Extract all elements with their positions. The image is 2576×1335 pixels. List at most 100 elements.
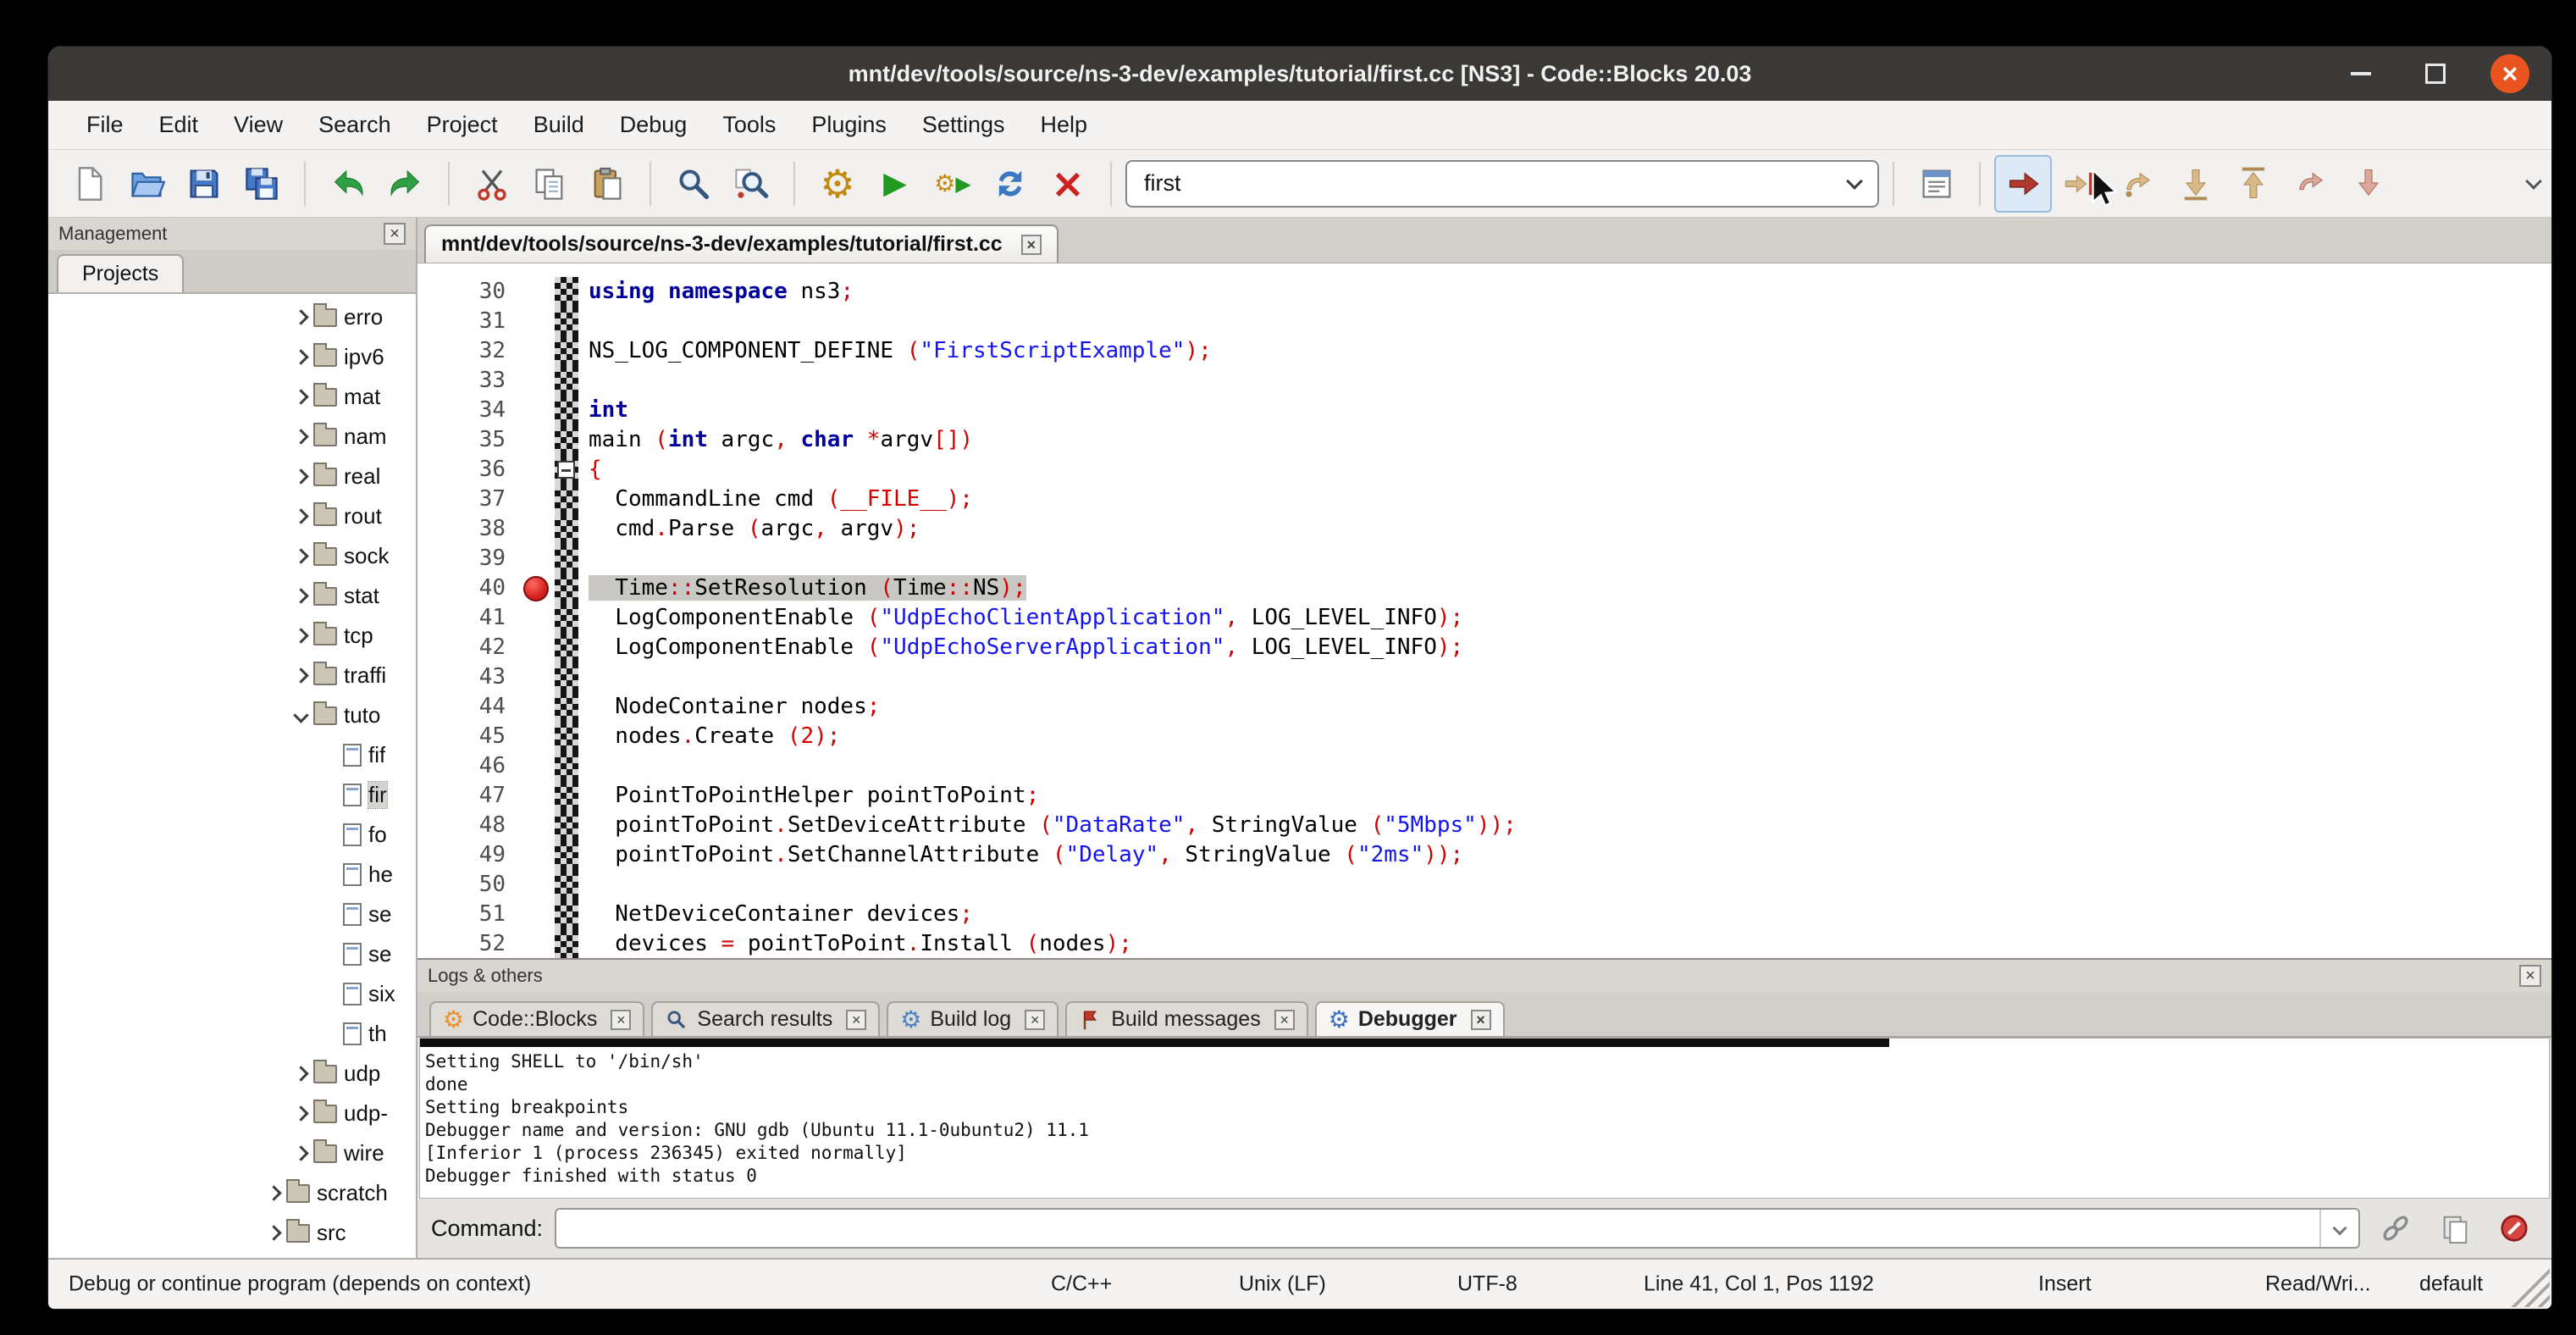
new-file-button[interactable] bbox=[62, 157, 116, 211]
line-number[interactable]: 39 bbox=[417, 544, 517, 573]
close-icon[interactable]: × bbox=[846, 1010, 866, 1030]
breakpoint-gutter[interactable] bbox=[517, 485, 555, 514]
line-number[interactable]: 45 bbox=[417, 722, 517, 751]
chevron-right-icon[interactable] bbox=[293, 309, 308, 324]
breakpoint-gutter[interactable] bbox=[517, 633, 555, 662]
command-dropdown-button[interactable] bbox=[2319, 1210, 2358, 1247]
menu-item-debug[interactable]: Debug bbox=[602, 101, 705, 149]
code-text[interactable]: LogComponentEnable ("UdpEchoServerApplic… bbox=[578, 633, 1463, 662]
menu-item-project[interactable]: Project bbox=[409, 101, 516, 149]
tree-item-sock[interactable]: sock bbox=[48, 536, 416, 576]
line-number[interactable]: 50 bbox=[417, 870, 517, 900]
line-number[interactable]: 44 bbox=[417, 692, 517, 722]
minimize-button[interactable] bbox=[2341, 54, 2380, 93]
breakpoint-gutter[interactable] bbox=[517, 722, 555, 751]
step-into-button[interactable] bbox=[2169, 157, 2223, 211]
breakpoint-gutter[interactable] bbox=[517, 811, 555, 840]
tree-item-tcp[interactable]: tcp bbox=[48, 616, 416, 656]
titlebar[interactable]: mnt/dev/tools/source/ns-3-dev/examples/t… bbox=[48, 47, 2551, 101]
code-text[interactable]: cmd.Parse (argc, argv); bbox=[578, 514, 920, 544]
close-icon[interactable]: × bbox=[611, 1010, 631, 1030]
line-number[interactable]: 48 bbox=[417, 811, 517, 840]
code-text[interactable]: devices = pointToPoint.Install (nodes); bbox=[578, 929, 1132, 958]
breakpoint-gutter[interactable] bbox=[517, 900, 555, 929]
resize-grip[interactable] bbox=[2504, 1261, 2550, 1307]
breakpoint-gutter[interactable] bbox=[517, 336, 555, 366]
line-number[interactable]: 42 bbox=[417, 633, 517, 662]
undo-button[interactable] bbox=[321, 157, 375, 211]
breakpoint-gutter[interactable] bbox=[517, 751, 555, 781]
code-text[interactable]: NodeContainer nodes; bbox=[578, 692, 880, 722]
breakpoint-gutter[interactable] bbox=[517, 514, 555, 544]
code-editor[interactable]: 30using namespace ns3;3132NS_LOG_COMPONE… bbox=[417, 263, 2551, 958]
code-text[interactable]: main (int argc, char *argv[]) bbox=[578, 425, 973, 455]
step-out-button[interactable] bbox=[2226, 157, 2280, 211]
chevron-right-icon[interactable] bbox=[293, 1105, 308, 1121]
line-number[interactable]: 41 bbox=[417, 603, 517, 633]
line-number[interactable]: 35 bbox=[417, 425, 517, 455]
step-into-instruction-button[interactable] bbox=[2341, 157, 2396, 211]
code-text[interactable]: NS_LOG_COMPONENT_DEFINE ("FirstScriptExa… bbox=[578, 336, 1212, 366]
tree-item-se[interactable]: se bbox=[48, 895, 416, 934]
breakpoint-gutter[interactable] bbox=[517, 277, 555, 307]
logs-tab-build-log[interactable]: ⚙Build log× bbox=[887, 1001, 1059, 1036]
debugger-log[interactable]: Setting SHELL to '/bin/sh'doneSetting br… bbox=[419, 1038, 2550, 1199]
command-input[interactable] bbox=[555, 1208, 2360, 1249]
menu-item-build[interactable]: Build bbox=[516, 101, 602, 149]
logs-tab-build-messages[interactable]: Build messages× bbox=[1065, 1001, 1307, 1036]
tree-item-th[interactable]: th bbox=[48, 1014, 416, 1054]
tab-projects[interactable]: Projects bbox=[57, 254, 184, 292]
breakpoint-gutter[interactable] bbox=[517, 662, 555, 692]
next-instruction-button[interactable] bbox=[2284, 157, 2338, 211]
code-text[interactable]: CommandLine cmd (__FILE__); bbox=[578, 485, 973, 514]
line-number[interactable]: 37 bbox=[417, 485, 517, 514]
chevron-right-icon[interactable] bbox=[293, 668, 308, 683]
tree-item-wire[interactable]: wire bbox=[48, 1133, 416, 1173]
breakpoint-gutter[interactable] bbox=[517, 929, 555, 958]
code-text[interactable]: nodes.Create (2); bbox=[578, 722, 840, 751]
code-text[interactable]: Time::SetResolution (Time::NS); bbox=[578, 573, 1026, 603]
chevron-right-icon[interactable] bbox=[293, 468, 308, 484]
chevron-right-icon[interactable] bbox=[266, 1185, 281, 1200]
run-button[interactable]: ▶ bbox=[868, 157, 922, 211]
chevron-right-icon[interactable] bbox=[293, 548, 308, 563]
tree-item-scratch[interactable]: scratch bbox=[48, 1173, 416, 1213]
breakpoint-gutter[interactable] bbox=[517, 366, 555, 396]
breakpoint-gutter[interactable] bbox=[517, 573, 555, 603]
find-button[interactable] bbox=[666, 157, 721, 211]
close-button[interactable]: × bbox=[2490, 54, 2529, 93]
tree-item-src[interactable]: src bbox=[48, 1213, 416, 1253]
save-button[interactable] bbox=[177, 157, 231, 211]
tree-item-nam[interactable]: nam bbox=[48, 417, 416, 457]
breakpoint-gutter[interactable] bbox=[517, 781, 555, 811]
line-number[interactable]: 47 bbox=[417, 781, 517, 811]
tree-item-erro[interactable]: erro bbox=[48, 297, 416, 337]
breakpoint-gutter[interactable] bbox=[517, 455, 555, 485]
close-panel-button[interactable]: × bbox=[384, 223, 406, 245]
debug-continue-button[interactable] bbox=[1996, 157, 2050, 211]
line-number[interactable]: 32 bbox=[417, 336, 517, 366]
menu-item-search[interactable]: Search bbox=[301, 101, 409, 149]
tree-item-real[interactable]: real bbox=[48, 457, 416, 496]
logs-tab-code-blocks[interactable]: ⚙Code::Blocks× bbox=[429, 1001, 644, 1036]
chevron-right-icon[interactable] bbox=[293, 588, 308, 603]
tree-item-ipv6[interactable]: ipv6 bbox=[48, 337, 416, 377]
breakpoint-gutter[interactable] bbox=[517, 692, 555, 722]
line-number[interactable]: 52 bbox=[417, 929, 517, 958]
paste-button[interactable] bbox=[580, 157, 634, 211]
chevron-right-icon[interactable] bbox=[293, 349, 308, 364]
code-text[interactable]: NetDeviceContainer devices; bbox=[578, 900, 973, 929]
close-tab-button[interactable]: × bbox=[1021, 235, 1042, 255]
build-button[interactable]: ⚙ bbox=[810, 157, 865, 211]
close-logs-button[interactable]: × bbox=[2519, 965, 2541, 987]
copy-button[interactable] bbox=[522, 157, 577, 211]
code-text[interactable]: PointToPointHelper pointToPoint; bbox=[578, 781, 1039, 811]
find-in-files-button[interactable] bbox=[724, 157, 778, 211]
stop-debugger-button[interactable] bbox=[2490, 1208, 2538, 1249]
code-text[interactable]: int bbox=[578, 396, 628, 425]
chevron-right-icon[interactable] bbox=[293, 1066, 308, 1081]
editor-tab-first-cc[interactable]: mnt/dev/tools/source/ns-3-dev/examples/t… bbox=[424, 224, 1059, 263]
breakpoint-gutter[interactable] bbox=[517, 396, 555, 425]
chevron-right-icon[interactable] bbox=[293, 1145, 308, 1161]
line-number[interactable]: 33 bbox=[417, 366, 517, 396]
